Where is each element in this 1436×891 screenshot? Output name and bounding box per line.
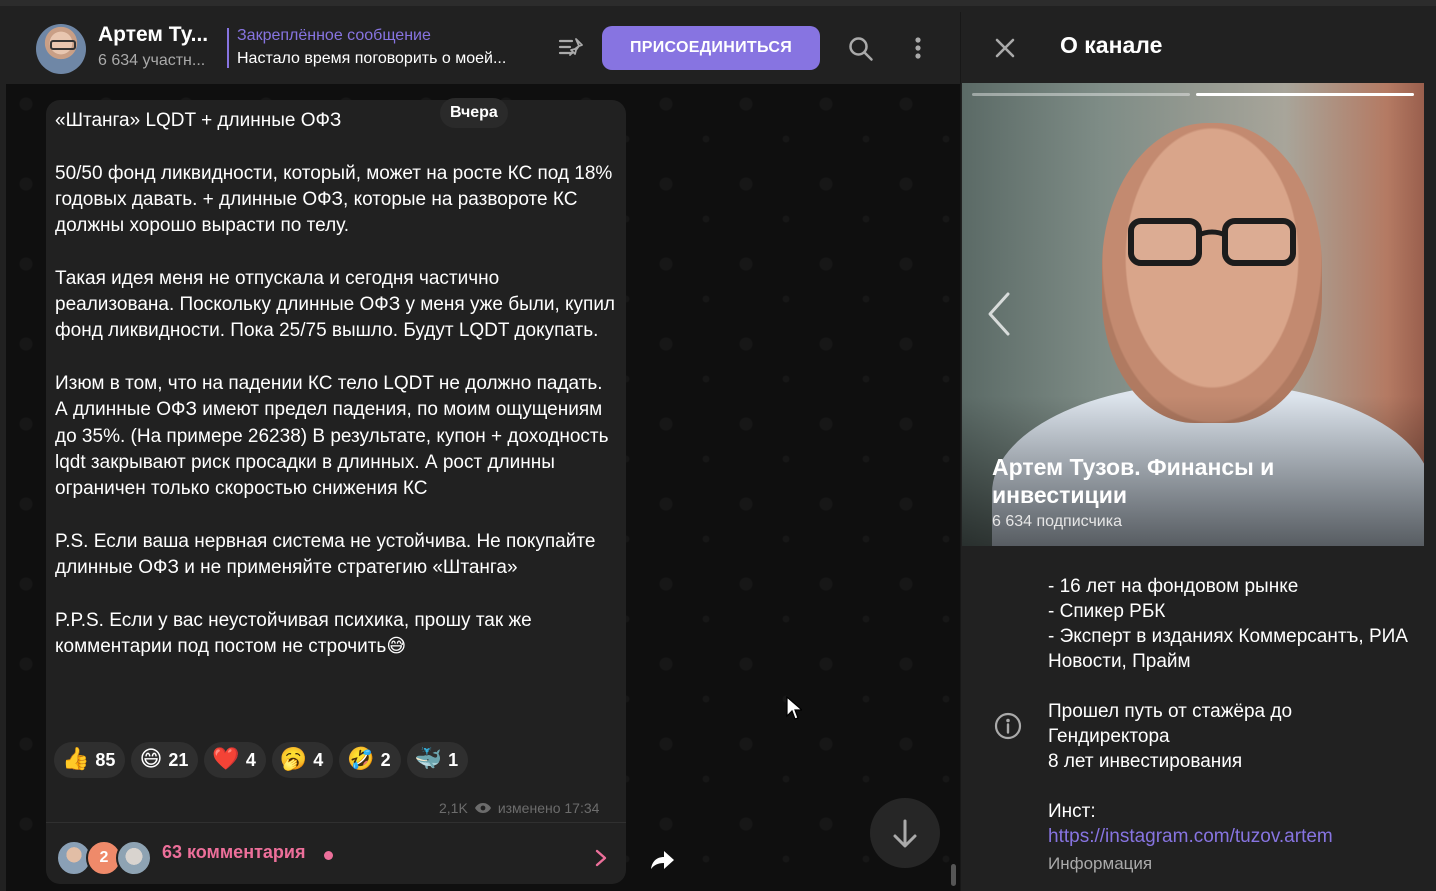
- more-vertical-icon[interactable]: [904, 34, 932, 62]
- share-icon[interactable]: [644, 842, 680, 878]
- search-icon[interactable]: [848, 36, 874, 62]
- reaction-heart[interactable]: ❤️ 4: [204, 742, 266, 778]
- eye-icon: [474, 803, 491, 813]
- reaction-yawn[interactable]: 🥱 4: [271, 742, 334, 778]
- chat-header[interactable]: Артем Ту... 6 634 участн... Закреплённое…: [6, 12, 960, 84]
- date-separator: Вчера: [440, 98, 508, 128]
- reactions-bar: 👍 85 😄 21 ❤️ 4 🥱 4 🤣 2 🐳 1: [54, 742, 469, 780]
- info-header: О канале: [961, 12, 1436, 82]
- photo-progress-2: [1196, 93, 1414, 96]
- info-icon: [994, 712, 1022, 740]
- bio-inst-label: Инст:: [1048, 801, 1096, 822]
- channel-bio: - 16 лет на фондовом рынке - Спикер РБК …: [1048, 574, 1418, 876]
- reaction-count: 4: [313, 749, 324, 770]
- photo-progress-1: [972, 93, 1190, 96]
- telegram-window: Артем Ту... 6 634 участн... Закреплённое…: [0, 0, 1436, 891]
- comments-button[interactable]: 2 63 комментария: [46, 822, 626, 884]
- reaction-thumbs-up[interactable]: 👍 85: [54, 742, 126, 778]
- chevron-right-icon: [595, 849, 607, 867]
- scrollbar-thumb[interactable]: [951, 864, 956, 886]
- channel-title[interactable]: Артем Ту...: [98, 23, 208, 47]
- thumbs-up-emoji: 👍: [62, 747, 90, 772]
- message-text: «Штанга» LQDT + длинные ОФЗ 50/50 фонд л…: [55, 110, 616, 657]
- photo-glasses: [1128, 218, 1296, 266]
- reaction-rofl[interactable]: 🤣 2: [339, 742, 401, 778]
- join-button[interactable]: ПРИСОЕДИНИТЬСЯ: [602, 26, 820, 70]
- reaction-count: 2: [380, 749, 391, 770]
- pinned-list-icon[interactable]: [558, 36, 586, 60]
- channel-name: Артем Тузов. Финансы и инвестиции: [992, 454, 1275, 508]
- reaction-count: 21: [168, 749, 189, 770]
- yawn-emoji: 🥱: [279, 747, 308, 772]
- comments-count: 63 комментария: [162, 842, 306, 862]
- reaction-grin[interactable]: 😄 21: [131, 742, 199, 778]
- mouse-cursor-icon: [786, 696, 802, 720]
- unread-dot: [324, 851, 333, 860]
- info-title: О канале: [1060, 32, 1163, 58]
- channel-avatar[interactable]: [36, 24, 86, 74]
- whale-emoji: 🐳: [414, 747, 443, 772]
- photo-face: [1102, 123, 1322, 423]
- arrow-down-icon: [893, 819, 917, 848]
- chevron-left-icon[interactable]: [986, 291, 1012, 337]
- chat-panel: Артем Ту... 6 634 участн... Закреплённое…: [6, 12, 960, 891]
- view-count: 2,1K: [439, 800, 468, 816]
- message-meta: 2,1K изменено 17:34: [439, 800, 599, 816]
- pinned-bar: [227, 28, 229, 68]
- bio-top: - 16 лет на фондовом рынке - Спикер РБК …: [1048, 576, 1408, 672]
- instagram-link[interactable]: https://instagram.com/tuzov.artem: [1048, 824, 1418, 849]
- reaction-count: 85: [95, 749, 116, 770]
- reaction-whale[interactable]: 🐳 1: [406, 742, 469, 778]
- rofl-emoji: 🤣: [347, 747, 375, 772]
- channel-info-panel: О канале Артем Тузов. Финансы и инвестиц…: [960, 12, 1436, 891]
- subscriber-count: 6 634 подписчика: [992, 513, 1122, 530]
- commenter-avatar: [116, 840, 152, 876]
- grin-emoji: 😄: [139, 747, 163, 772]
- reaction-count: 1: [448, 749, 459, 770]
- scroll-down-button[interactable]: [870, 798, 940, 868]
- edited-time: изменено 17:34: [497, 800, 600, 816]
- pinned-text[interactable]: Настало время поговорить о моей...: [237, 50, 506, 68]
- channel-photo[interactable]: Артем Тузов. Финансы и инвестиции 6 634 …: [962, 83, 1424, 546]
- close-icon[interactable]: [993, 36, 1017, 60]
- bio-mid: Прошел путь от стажёра до Гендиректора 8…: [1048, 701, 1293, 772]
- bio-footer-label: Информация: [1048, 854, 1153, 873]
- channel-members-count: 6 634 участн...: [98, 52, 206, 69]
- reaction-count: 4: [245, 749, 256, 770]
- pinned-title[interactable]: Закреплённое сообщение: [237, 27, 431, 45]
- heart-emoji: ❤️: [212, 747, 240, 772]
